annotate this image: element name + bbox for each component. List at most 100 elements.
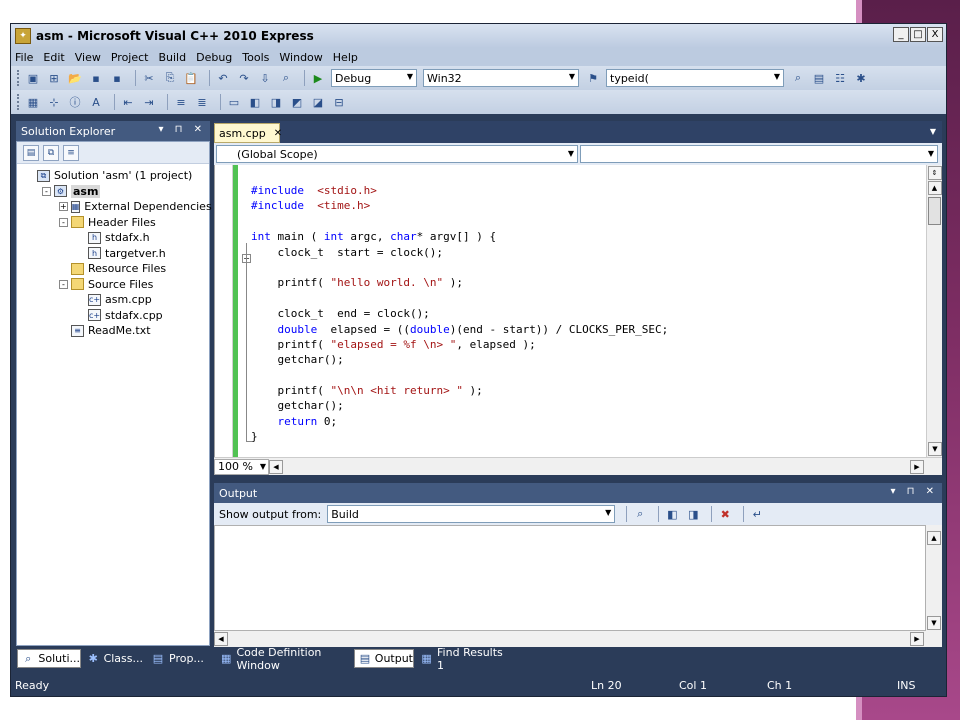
output-vertical-scrollbar[interactable]: ▲ ▼ — [926, 525, 942, 631]
split-handle-icon[interactable]: ⇕ — [927, 166, 942, 180]
menu-build[interactable]: Build — [158, 51, 186, 64]
scroll-down-icon[interactable]: ▼ — [928, 442, 942, 456]
save-all-icon[interactable]: ▪ — [109, 70, 125, 86]
close-button[interactable]: X — [927, 27, 943, 42]
code-line[interactable]: clock_t end = clock(); — [251, 306, 668, 321]
code-line[interactable]: return 0; — [251, 414, 668, 429]
tab-asm-cpp[interactable]: asm.cpp ✕ — [214, 123, 282, 143]
start-debugging-icon[interactable]: ▶ — [310, 70, 326, 86]
decrease-indent-icon[interactable]: ⇤ — [120, 94, 136, 110]
solution-explorer-icon[interactable]: ▤ — [811, 70, 827, 86]
toggle-bookmark-icon[interactable]: ▭ — [226, 94, 242, 110]
properties-icon[interactable]: ▤ — [23, 144, 39, 161]
tree-item[interactable]: ≡ ReadMe.txt — [17, 323, 209, 339]
tree-item[interactable]: h stdafx.h — [17, 230, 209, 246]
tab-property-manager[interactable]: ▤ Prop... — [147, 649, 207, 668]
refresh-icon[interactable]: ≡ — [63, 144, 79, 161]
expand-icon[interactable]: + — [59, 202, 68, 212]
clear-bookmarks-icon[interactable]: ⊟ — [331, 94, 347, 110]
scroll-up-icon[interactable]: ▲ — [927, 181, 942, 195]
panel-window-controls[interactable]: ▾ ⊓ ✕ — [158, 124, 206, 135]
save-icon[interactable]: ▪ — [88, 70, 104, 86]
menu-debug[interactable]: Debug — [196, 51, 232, 64]
code-line[interactable] — [251, 368, 668, 383]
menu-view[interactable]: View — [75, 51, 101, 64]
open-file-icon[interactable]: 📂 — [67, 70, 83, 86]
menu-tools[interactable]: Tools — [242, 51, 269, 64]
code-line[interactable]: } — [251, 429, 668, 444]
word-wrap-icon[interactable]: ↵ — [749, 506, 765, 522]
scroll-thumb[interactable] — [928, 197, 941, 225]
tree-item[interactable]: - Header Files — [17, 215, 209, 231]
tree-item[interactable]: ⧉ Solution 'asm' (1 project) — [17, 168, 209, 184]
code-text[interactable]: #include <stdio.h> #include <time.h> int m… — [251, 183, 668, 445]
code-line[interactable]: printf( "\n\n <hit return> " ); — [251, 383, 668, 398]
cut-icon[interactable]: ✂ — [141, 70, 157, 86]
navigate-icon[interactable]: ⇩ — [257, 70, 273, 86]
previous-message-icon[interactable]: ◧ — [664, 506, 680, 522]
configuration-dropdown[interactable]: Debug ▼ — [331, 69, 417, 87]
scroll-down-icon[interactable]: ▼ — [927, 616, 941, 630]
tree-item[interactable]: Resource Files — [17, 261, 209, 277]
object-member-list-icon[interactable]: ▦ — [25, 94, 41, 110]
tree-item[interactable]: c+ stdafx.cpp — [17, 308, 209, 324]
next-bookmark-icon[interactable]: ◨ — [268, 94, 284, 110]
zoom-dropdown[interactable]: 100 % ▼ — [214, 458, 269, 475]
code-line[interactable]: printf( "hello world. \n" ); — [251, 275, 668, 290]
properties-icon[interactable]: ☷ — [832, 70, 848, 86]
collapse-icon[interactable]: - — [59, 279, 68, 289]
code-line[interactable]: getchar(); — [251, 398, 668, 413]
quick-info-icon[interactable]: ⓘ — [67, 94, 83, 110]
menu-file[interactable]: File — [15, 51, 33, 64]
parameter-info-icon[interactable]: ⊹ — [46, 94, 62, 110]
next-message-icon[interactable]: ◨ — [685, 506, 701, 522]
code-line[interactable]: clock_t start = clock(); — [251, 245, 668, 260]
find-combo[interactable]: typeid( ▼ — [606, 69, 784, 87]
undo-icon[interactable]: ↶ — [215, 70, 231, 86]
previous-bookmark-folder-icon[interactable]: ◩ — [289, 94, 305, 110]
new-project-icon[interactable]: ▣ — [25, 70, 41, 86]
redo-icon[interactable]: ↷ — [236, 70, 252, 86]
platform-dropdown[interactable]: Win32 ▼ — [423, 69, 579, 87]
find-icon[interactable]: ⚑ — [585, 70, 601, 86]
previous-bookmark-icon[interactable]: ◧ — [247, 94, 263, 110]
tree-item[interactable]: - ⚙ asm — [17, 184, 209, 200]
code-editor[interactable]: − #include <stdio.h>#include <time.h>int… — [214, 165, 926, 457]
next-bookmark-folder-icon[interactable]: ◪ — [310, 94, 326, 110]
menu-help[interactable]: Help — [333, 51, 358, 64]
tree-item[interactable]: - Source Files — [17, 277, 209, 293]
tab-find-results[interactable]: ▦ Find Results 1 — [416, 646, 508, 672]
code-line[interactable]: #include <stdio.h> — [251, 183, 668, 198]
minimize-button[interactable]: _ — [893, 27, 909, 42]
output-source-dropdown[interactable]: Build ▼ — [327, 505, 616, 523]
scope-dropdown[interactable]: (Global Scope) ▼ — [216, 145, 578, 163]
code-line[interactable]: printf( "elapsed = %f \n> ", elapsed ); — [251, 337, 668, 352]
paste-icon[interactable]: 📋 — [183, 70, 199, 86]
code-line[interactable] — [251, 291, 668, 306]
member-dropdown[interactable]: ▼ — [580, 145, 938, 163]
panel-window-controls[interactable]: ▾ ⊓ ✕ — [890, 486, 938, 497]
maximize-button[interactable]: □ — [910, 27, 926, 42]
tab-code-definition-window[interactable]: ▦ Code Definition Window — [216, 646, 354, 672]
editor-vertical-scrollbar[interactable]: ⇕ ▲ ▼ — [926, 165, 942, 457]
code-line[interactable]: int main ( int argc, char* argv[] ) { — [251, 229, 668, 244]
collapse-icon[interactable]: - — [42, 186, 51, 196]
scroll-right-icon[interactable]: ▶ — [910, 459, 924, 474]
clear-all-icon[interactable]: ✖ — [717, 506, 733, 522]
output-text-area[interactable] — [214, 525, 926, 631]
find-symbol-icon[interactable]: ⌕ — [790, 70, 806, 86]
code-line[interactable] — [251, 214, 668, 229]
scroll-up-icon[interactable]: ▲ — [927, 531, 941, 545]
toolbar-grip[interactable] — [17, 94, 20, 110]
tree-item[interactable]: h targetver.h — [17, 246, 209, 262]
find-message-icon[interactable]: ⌕ — [632, 506, 648, 522]
scroll-right-icon[interactable]: ▶ — [910, 632, 924, 646]
complete-word-icon[interactable]: A — [88, 94, 104, 110]
collapse-icon[interactable]: - — [59, 217, 68, 227]
copy-icon[interactable]: ⎘ — [162, 70, 178, 86]
tree-item[interactable]: c+ asm.cpp — [17, 292, 209, 308]
uncomment-lines-icon[interactable]: ≣ — [194, 94, 210, 110]
menu-project[interactable]: Project — [111, 51, 149, 64]
toolbox-icon[interactable]: ✱ — [853, 70, 869, 86]
menu-window[interactable]: Window — [279, 51, 322, 64]
